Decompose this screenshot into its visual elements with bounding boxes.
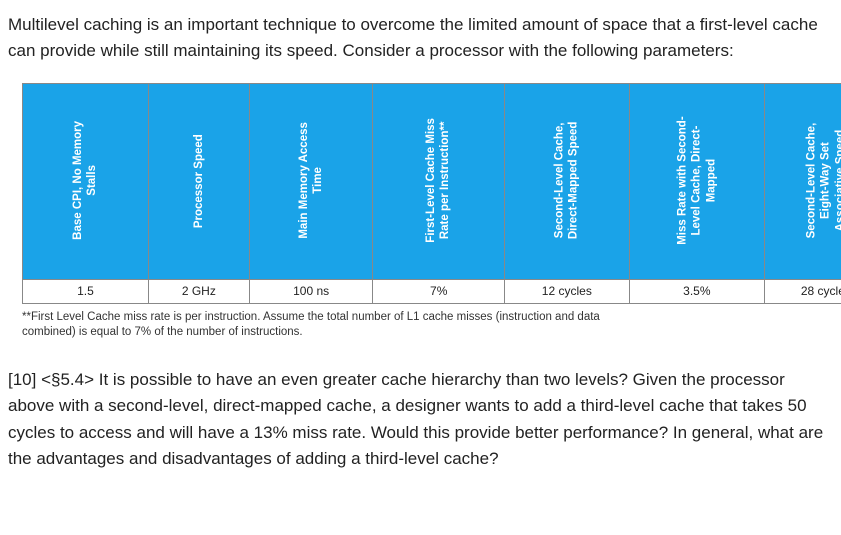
header-label: Base CPI, No MemoryStalls <box>71 121 100 240</box>
table-header-row: Base CPI, No MemoryStalls Processor Spee… <box>23 83 841 279</box>
cell-base-cpi: 1.5 <box>23 279 149 303</box>
cell-l2-direct-miss-rate: 3.5% <box>629 279 764 303</box>
table-row: 1.5 2 GHz 100 ns 7% 12 cycles 3.5% 28 cy… <box>23 279 841 303</box>
header-label: Second-Level Cache,Direct-Mapped Speed <box>552 121 581 239</box>
header-processor-speed: Processor Speed <box>148 83 249 279</box>
cell-processor-speed: 2 GHz <box>148 279 249 303</box>
header-label: Miss Rate with Second-Level Cache, Direc… <box>675 116 718 244</box>
cell-l2-direct-speed: 12 cycles <box>505 279 630 303</box>
header-main-memory-access-time: Main Memory AccessTime <box>249 83 373 279</box>
intro-paragraph: Multilevel caching is an important techn… <box>8 12 833 65</box>
header-l2-direct-speed: Second-Level Cache,Direct-Mapped Speed <box>505 83 630 279</box>
question-paragraph: [10] <§5.4> It is possible to have an ev… <box>8 367 833 472</box>
header-label: Main Memory AccessTime <box>297 122 326 239</box>
header-label: Processor Speed <box>192 134 206 228</box>
header-l2-8way-speed: Second-Level Cache,Eight-Way SetAssociat… <box>765 83 841 279</box>
cell-l2-8way-speed: 28 cycles <box>765 279 841 303</box>
cell-main-memory-access-time: 100 ns <box>249 279 373 303</box>
header-l1-miss-rate: First-Level Cache MissRate per Instructi… <box>373 83 505 279</box>
table-footnote: **First Level Cache miss rate is per ins… <box>22 310 642 341</box>
header-l2-direct-miss-rate: Miss Rate with Second-Level Cache, Direc… <box>629 83 764 279</box>
header-base-cpi: Base CPI, No MemoryStalls <box>23 83 149 279</box>
cell-l1-miss-rate: 7% <box>373 279 505 303</box>
header-label: Second-Level Cache,Eight-Way SetAssociat… <box>804 122 841 238</box>
parameters-table: Base CPI, No MemoryStalls Processor Spee… <box>22 83 841 304</box>
header-label: First-Level Cache MissRate per Instructi… <box>424 118 453 243</box>
parameters-table-container: Base CPI, No MemoryStalls Processor Spee… <box>22 83 833 304</box>
